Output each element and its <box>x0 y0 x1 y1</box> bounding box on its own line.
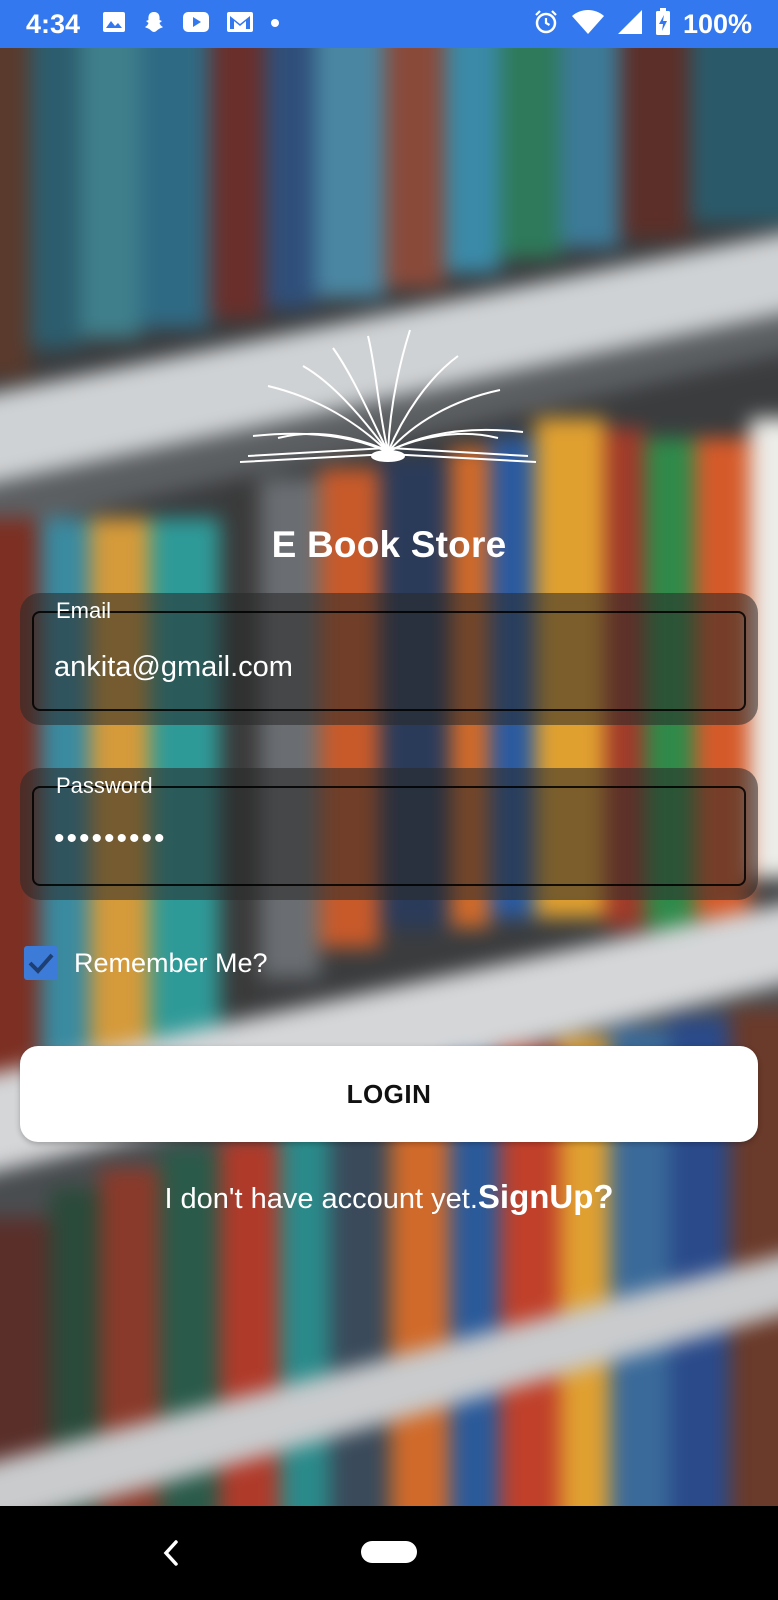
password-label: Password <box>56 773 153 798</box>
login-screen: 4:34 100% E Book Store Email ankita@gmai… <box>0 0 778 1600</box>
app-title: E Book Store <box>271 524 507 565</box>
login-button[interactable]: LOGIN <box>20 1046 758 1142</box>
wifi-icon <box>571 9 605 40</box>
dot-icon <box>270 15 280 33</box>
gmail-icon <box>226 10 254 39</box>
snapchat-icon <box>142 10 166 39</box>
email-field-container: Email ankita@gmail.com <box>20 593 758 725</box>
back-icon[interactable] <box>158 1536 182 1570</box>
remember-me-row[interactable]: Remember Me? <box>24 946 268 980</box>
signup-link[interactable]: SignUp? <box>478 1178 614 1215</box>
password-field-container: Password ••••••••• <box>20 768 758 900</box>
signup-prompt-row: I don't have account yet.SignUp? <box>0 1178 778 1216</box>
navigation-bar <box>0 1506 778 1600</box>
system-icons: 100% <box>533 7 752 41</box>
image-icon <box>102 11 126 38</box>
remember-me-checkbox[interactable] <box>24 946 58 980</box>
youtube-icon <box>182 11 210 38</box>
signup-prompt-text: I don't have account yet. <box>164 1183 478 1215</box>
password-input[interactable]: ••••••••• <box>54 822 167 856</box>
remember-me-label: Remember Me? <box>74 947 268 978</box>
battery-percent: 100% <box>682 8 752 39</box>
battery-charging-icon <box>655 7 671 41</box>
notification-icons <box>102 10 280 39</box>
signal-icon <box>617 9 643 40</box>
open-book-icon <box>238 328 538 478</box>
email-input[interactable]: ankita@gmail.com <box>54 651 293 684</box>
password-field[interactable]: Password ••••••••• <box>32 773 746 886</box>
email-field[interactable]: Email ankita@gmail.com <box>32 598 746 711</box>
status-bar: 4:34 100% <box>0 0 778 48</box>
alarm-icon <box>533 9 559 40</box>
email-label: Email <box>56 598 112 623</box>
checkmark-icon <box>28 953 54 974</box>
home-pill-button[interactable] <box>361 1541 417 1563</box>
status-time: 4:34 <box>26 8 81 39</box>
